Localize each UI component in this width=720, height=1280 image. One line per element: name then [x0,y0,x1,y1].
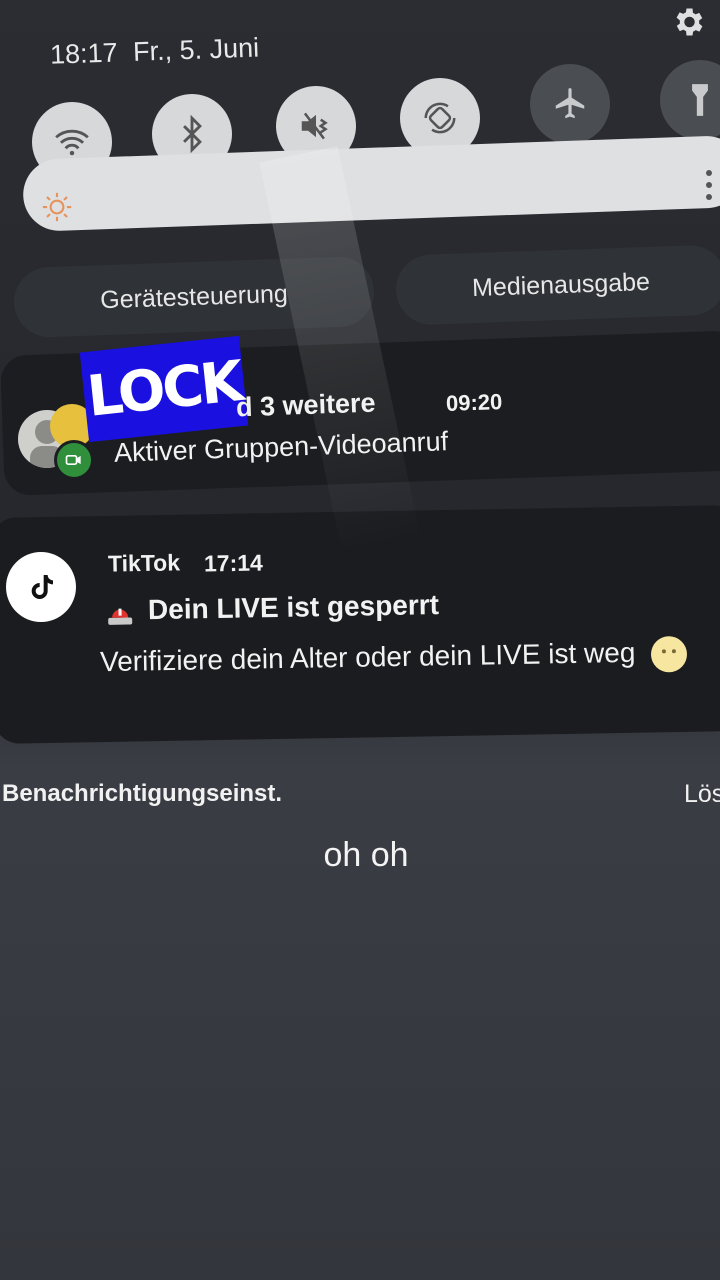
tiktok-notification-title: Dein LIVE ist gesperrt [147,589,440,626]
call-notification-time: 09:20 [445,389,503,416]
brightness-slider[interactable] [22,134,720,232]
brightness-icon [40,190,74,224]
caption: oh oh [323,836,409,874]
bluetooth-icon [183,115,202,153]
status-datetime: 18:17 Fr., 5. Juni [50,32,268,71]
lock-sticker-text: LOCK [84,348,244,430]
tiktok-notification-time: 17:14 [203,549,264,577]
tiktok-icon [6,552,76,622]
flashlight-toggle[interactable] [660,60,720,140]
video-call-icon [54,440,94,480]
airplane-toggle[interactable] [530,64,610,144]
lock-sticker: LOCK [79,335,249,443]
clock: 18:17 [49,37,119,70]
wifi-icon [55,129,89,156]
auto-rotate-icon [424,102,456,134]
more-options-icon[interactable] [704,168,714,202]
gear-icon[interactable] [670,4,706,40]
flashlight-icon [692,84,708,116]
airplane-icon [555,88,585,119]
tiktok-app-name: TikTok [107,549,181,577]
tiktok-notification-title-row: Dein LIVE ist gesperrt [104,589,439,627]
notification-settings-button[interactable]: Benachrichtigungseinst. [2,780,282,808]
media-output-button[interactable]: Medienausgabe [394,244,720,326]
tiktok-notification-body: Verifiziere dein Alter oder dein LIVE is… [99,636,636,678]
clear-button[interactable]: Lös [684,780,720,809]
sound-off-icon [301,112,328,140]
date: Fr., 5. Juni [132,32,260,67]
neutral-face-icon [650,635,688,673]
device-control-label: Gerätesteuerung [99,279,289,314]
media-output-label: Medienausgabe [471,267,651,302]
siren-icon [104,595,137,626]
